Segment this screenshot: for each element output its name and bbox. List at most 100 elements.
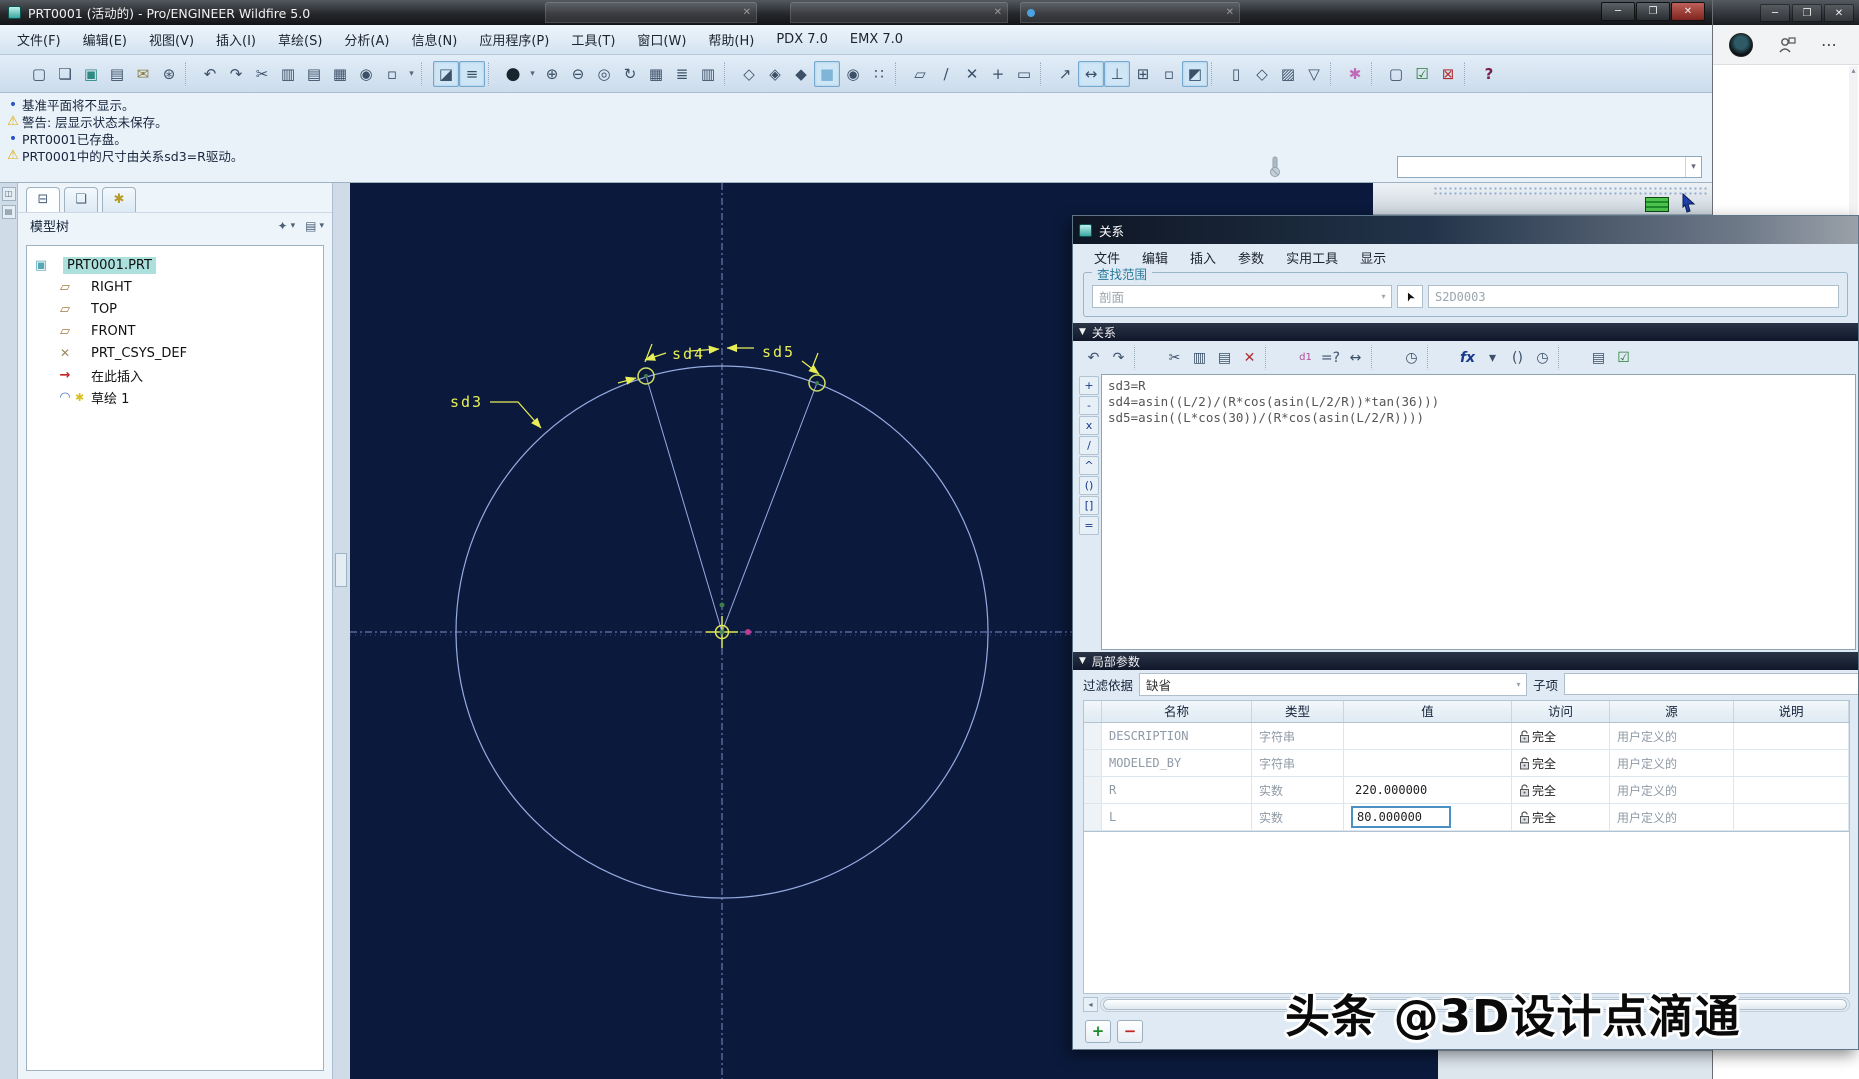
- toolbar-separator[interactable]: [1558, 345, 1583, 370]
- share-person-icon[interactable]: [1777, 35, 1797, 55]
- param-access-cell[interactable]: 完全: [1512, 723, 1610, 750]
- table-row[interactable]: DESCRIPTION 字符串 完全 用户定义的: [1084, 723, 1849, 750]
- param-source-cell[interactable]: 用户定义的: [1610, 804, 1734, 831]
- param-type-cell[interactable]: 字符串: [1252, 723, 1344, 750]
- relation-line[interactable]: sd4=asin((L/2)/(R*cos(asin(L/2/R))*tan(3…: [1108, 394, 1849, 410]
- model-links-icon[interactable]: ⊛: [156, 61, 182, 87]
- param-value-cell[interactable]: 220.000000: [1344, 777, 1512, 804]
- dim-display-icon[interactable]: ↔: [1078, 61, 1104, 87]
- menu-item[interactable]: 分析(A): [333, 26, 400, 53]
- toolbar-separator[interactable]: [1371, 62, 1380, 86]
- toolbar-separator[interactable]: [421, 62, 430, 86]
- param-value[interactable]: [1351, 761, 1359, 765]
- tree-item[interactable]: ▱ RIGHT: [55, 276, 319, 298]
- select-item-button[interactable]: ➤: [1397, 285, 1423, 308]
- table-row[interactable]: R 实数 220.000000 完全 用户定义的: [1084, 777, 1849, 804]
- tree-settings-button[interactable]: ✦▾: [278, 219, 296, 233]
- window-activate-icon[interactable]: ☑: [1409, 61, 1435, 87]
- local-params-section-header[interactable]: ▼ 局部参数: [1073, 652, 1858, 670]
- param-type-cell[interactable]: 实数: [1252, 777, 1344, 804]
- toolbar-separator[interactable]: [724, 62, 733, 86]
- dialog-menu-item[interactable]: 实用工具: [1275, 245, 1349, 270]
- menu-item[interactable]: 草绘(S): [267, 26, 333, 53]
- subitem-field[interactable]: [1564, 673, 1858, 695]
- verify-icon[interactable]: ☑: [1611, 345, 1636, 370]
- param-value-cell[interactable]: [1344, 723, 1512, 750]
- filter-dropdown[interactable]: 缺省 ▾: [1139, 673, 1527, 696]
- view-manager-icon[interactable]: ▥: [695, 61, 721, 87]
- param-access-cell[interactable]: 完全: [1512, 804, 1610, 831]
- operator-button[interactable]: +: [1079, 376, 1099, 395]
- save-icon[interactable]: ▣: [78, 61, 104, 87]
- no-hidden-view-icon[interactable]: ◆: [788, 61, 814, 87]
- close-button[interactable]: ✕: [1671, 2, 1705, 21]
- context-help-icon[interactable]: ?: [1476, 61, 1502, 87]
- process-tool-icon[interactable]: ✱: [1342, 61, 1368, 87]
- dim-label-sd5[interactable]: sd5: [762, 343, 795, 361]
- tree-item[interactable]: ▣ PRT0001.PRT: [31, 254, 319, 276]
- operator-button[interactable]: []: [1079, 496, 1099, 515]
- cut-icon[interactable]: ✂: [1162, 345, 1187, 370]
- scroll-up-icon[interactable]: ▴: [1849, 66, 1858, 75]
- zoom-in-icon[interactable]: ⊕: [539, 61, 565, 87]
- redo-icon[interactable]: ↷: [1106, 345, 1131, 370]
- param-source-cell[interactable]: 用户定义的: [1610, 777, 1734, 804]
- menu-item[interactable]: 信息(N): [400, 26, 468, 53]
- row-handle[interactable]: [1084, 723, 1102, 750]
- param-desc-cell[interactable]: [1734, 804, 1849, 831]
- operator-button[interactable]: =: [1079, 516, 1099, 535]
- param-name-cell[interactable]: DESCRIPTION: [1102, 723, 1252, 750]
- refit-icon[interactable]: ◎: [591, 61, 617, 87]
- row-handle[interactable]: [1084, 750, 1102, 777]
- operator-button[interactable]: ^: [1079, 456, 1099, 475]
- param-desc-cell[interactable]: [1734, 750, 1849, 777]
- navigator-tab[interactable]: ⊟: [26, 187, 60, 212]
- maximize-button[interactable]: ❐: [1636, 2, 1670, 21]
- toolbar-separator[interactable]: [895, 62, 904, 86]
- param-desc-cell[interactable]: [1734, 777, 1849, 804]
- sketch-spoke-right[interactable]: [722, 383, 817, 632]
- operator-button[interactable]: /: [1079, 436, 1099, 455]
- csys-display-icon[interactable]: +: [985, 61, 1011, 87]
- datum-display-filter-icon[interactable]: ◪: [433, 61, 459, 87]
- copy-icon[interactable]: ▥: [1187, 345, 1212, 370]
- vertex-display-icon[interactable]: ▫: [1156, 61, 1182, 87]
- new-file-icon[interactable]: ▢: [26, 61, 52, 87]
- measure-icon[interactable]: ↔: [1343, 345, 1368, 370]
- dialog-menu-item[interactable]: 插入: [1179, 245, 1227, 270]
- tree-item[interactable]: ✕ PRT_CSYS_DEF: [55, 342, 319, 364]
- copy-icon[interactable]: ▥: [275, 61, 301, 87]
- axis-display-icon[interactable]: ∕: [933, 61, 959, 87]
- hidden-line-view-icon[interactable]: ◈: [762, 61, 788, 87]
- param-value-cell[interactable]: [1344, 750, 1512, 777]
- relations-code-area[interactable]: sd3=Rsd4=asin((L/2)/(R*cos(asin(L/2/R))*…: [1101, 374, 1856, 650]
- delete-icon[interactable]: ✕: [1237, 345, 1262, 370]
- menu-item[interactable]: 编辑(E): [72, 26, 138, 53]
- operator-button[interactable]: x: [1079, 416, 1099, 435]
- toolbar-separator[interactable]: [1211, 62, 1220, 86]
- tree-item[interactable]: ◠ ✱ 草绘 1: [55, 386, 319, 408]
- dim-switch-icon[interactable]: d1: [1293, 345, 1318, 370]
- menu-item[interactable]: PDX 7.0: [765, 28, 839, 51]
- zoom-out-icon[interactable]: ⊖: [565, 61, 591, 87]
- cut-icon[interactable]: ✂: [249, 61, 275, 87]
- splitter-handle[interactable]: [335, 553, 347, 587]
- print-icon[interactable]: ▤: [104, 61, 130, 87]
- column-header[interactable]: 值: [1344, 701, 1512, 722]
- add-parameter-button[interactable]: +: [1085, 1020, 1111, 1043]
- param-desc-cell[interactable]: [1734, 723, 1849, 750]
- row-handle[interactable]: [1084, 804, 1102, 831]
- restore-button[interactable]: ❐: [1792, 4, 1822, 22]
- param-value[interactable]: 80.000000: [1351, 806, 1451, 828]
- render-style-icon[interactable]: ●: [500, 61, 526, 87]
- window-close-icon[interactable]: ⊠: [1435, 61, 1461, 87]
- paste-icon[interactable]: ▤: [301, 61, 327, 87]
- undo-icon[interactable]: ↶: [1081, 345, 1106, 370]
- feature-requirements-icon[interactable]: ▨: [1275, 61, 1301, 87]
- layers-icon[interactable]: ≣: [669, 61, 695, 87]
- overlapping-geometry-icon[interactable]: ◇: [1249, 61, 1275, 87]
- reorient-icon[interactable]: ↻: [617, 61, 643, 87]
- plane-display-icon[interactable]: ▱: [907, 61, 933, 87]
- toolbar-separator[interactable]: [185, 62, 194, 86]
- table-row[interactable]: L 实数 80.000000 完全 用户定义的: [1084, 804, 1849, 831]
